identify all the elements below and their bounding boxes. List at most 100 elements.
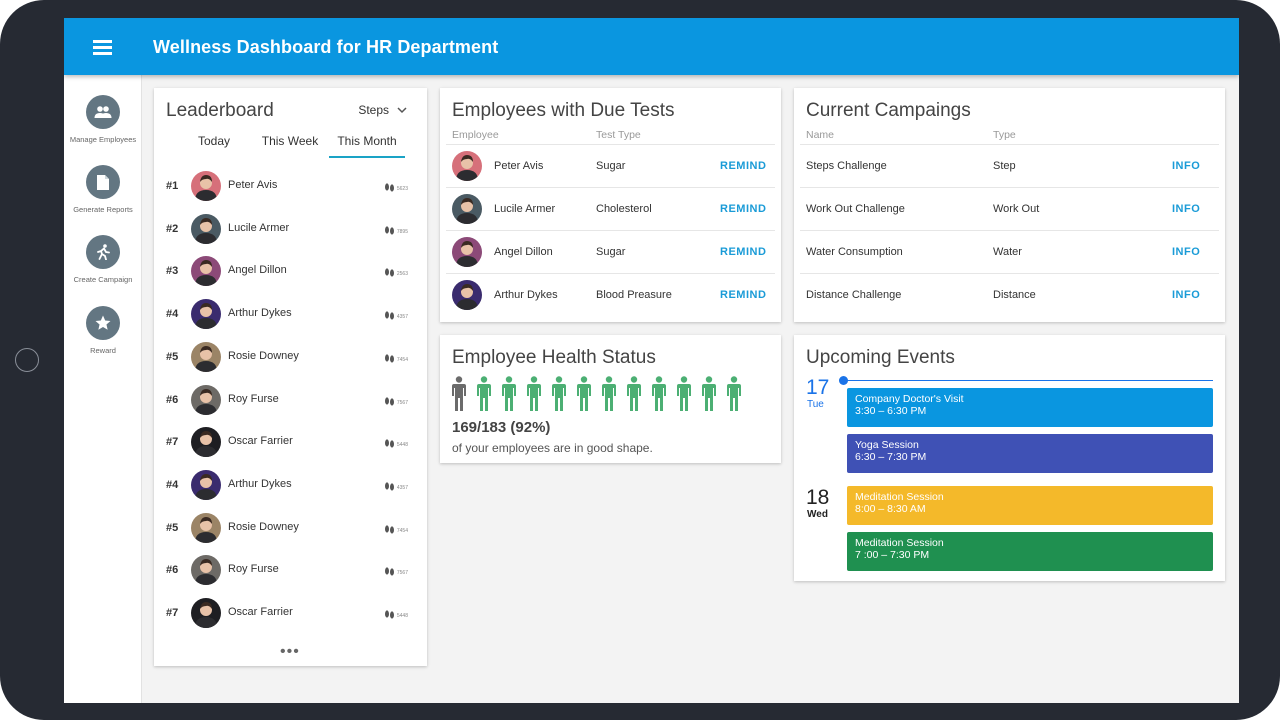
metric-select[interactable]: Steps <box>358 103 407 117</box>
test-type: Blood Preasure <box>596 289 672 301</box>
leaderboard-row[interactable]: #2 Lucile Armer 7895 <box>154 211 428 247</box>
tab-today[interactable]: Today <box>178 134 250 158</box>
campaign-name: Steps Challenge <box>806 160 887 172</box>
steps-value: 7567 <box>396 399 408 406</box>
event-meditation-session[interactable]: Meditation Session 8:00 – 8:30 AM <box>847 486 1213 525</box>
event-time: 3:30 – 6:30 PM <box>855 405 927 417</box>
leaderboard-row[interactable]: #4 Arthur Dykes 4357 <box>154 296 428 332</box>
table-row: Peter Avis Sugar REMIND <box>446 144 775 187</box>
campaign-name: Water Consumption <box>806 246 903 258</box>
rank: #4 <box>166 478 179 491</box>
rank: #4 <box>166 308 179 321</box>
event-meditation-session[interactable]: Meditation Session 7 :00 – 7:30 PM <box>847 532 1213 571</box>
leaderboard-row[interactable]: #3 Angel Dillon 2563 <box>154 253 428 289</box>
leaderboard-row[interactable]: #7 Oscar Farrier 5448 <box>154 595 428 631</box>
avatar <box>452 280 482 310</box>
steps-value: 7454 <box>396 527 408 534</box>
steps-value: 5448 <box>396 442 408 449</box>
column-header-type: Type <box>993 129 1016 141</box>
steps-count: 4357 <box>384 308 408 326</box>
tab-this-week[interactable]: This Week <box>254 134 326 158</box>
tablet-frame: Wellness Dashboard for HR Department Man… <box>0 0 1280 720</box>
table-row: Steps Challenge Step INFO <box>800 144 1219 187</box>
sidebar-item-label: Generate Reports <box>73 205 133 214</box>
sidebar-item-generate-reports[interactable]: Generate Reports <box>64 165 142 214</box>
test-type: Sugar <box>596 160 626 172</box>
person-icon <box>501 376 517 417</box>
remind-button[interactable]: REMIND <box>720 203 766 215</box>
chevron-down-icon <box>397 106 407 113</box>
running-icon <box>86 235 120 269</box>
app-title: Wellness Dashboard for HR Department <box>153 37 499 57</box>
due-tests-card: Employees with Due Tests Employee Test T… <box>440 88 781 322</box>
employee-name: Peter Avis <box>494 160 544 172</box>
footprints-icon <box>384 607 395 625</box>
more-icon[interactable]: ••• <box>280 643 300 661</box>
health-card: Employee Health Status 169/183 (92%) of … <box>440 335 781 463</box>
rank: #3 <box>166 265 179 278</box>
sidebar-item-label: Create Campaign <box>73 275 133 284</box>
info-button[interactable]: INFO <box>1172 203 1200 215</box>
avatar <box>191 427 221 458</box>
day-number: 17 <box>806 376 830 399</box>
sidebar-item-reward[interactable]: Reward <box>64 306 142 355</box>
remind-button[interactable]: REMIND <box>720 160 766 172</box>
avatar <box>191 341 221 372</box>
leaderboard-row[interactable]: #7 Oscar Farrier 5448 <box>154 424 428 460</box>
leaderboard-row[interactable]: #4 Arthur Dykes 4357 <box>154 467 428 503</box>
remind-button[interactable]: REMIND <box>720 246 766 258</box>
leaderboard-card: Leaderboard Steps Today This Week This M… <box>154 88 427 666</box>
leaderboard-row[interactable]: #5 Rosie Downey 7454 <box>154 339 428 375</box>
sidebar-item-label: Reward <box>90 346 116 355</box>
event-yoga-session[interactable]: Yoga Session 6:30 – 7:30 PM <box>847 434 1213 473</box>
footprints-icon <box>384 308 395 326</box>
employee-name: Lucile Armer <box>228 221 290 234</box>
table-row: Arthur Dykes Blood Preasure REMIND <box>446 273 775 316</box>
leaderboard-row[interactable]: #1 Peter Avis 5623 <box>154 168 428 204</box>
avatar <box>191 299 221 330</box>
now-line <box>844 380 1213 381</box>
campaigns-title: Current Campaings <box>806 100 971 121</box>
day-number: 18 <box>806 486 830 509</box>
event-title: Company Doctor's Visit <box>855 393 964 405</box>
home-button[interactable] <box>15 348 39 372</box>
campaign-type: Step <box>993 160 1016 172</box>
event-company-doctors-visit[interactable]: Company Doctor's Visit 3:30 – 6:30 PM <box>847 388 1213 427</box>
person-icon <box>701 376 717 417</box>
employee-name: Rosie Downey <box>228 520 299 533</box>
app-screen: Wellness Dashboard for HR Department Man… <box>64 18 1239 703</box>
event-time: 6:30 – 7:30 PM <box>855 451 927 463</box>
tab-this-month[interactable]: This Month <box>329 134 405 158</box>
steps-value: 5623 <box>396 186 408 192</box>
day-weekday: Wed <box>807 509 828 520</box>
rank: #6 <box>166 393 179 406</box>
person-icon <box>726 376 742 417</box>
person-icon <box>626 376 642 417</box>
avatar <box>452 194 482 224</box>
info-button[interactable]: INFO <box>1172 246 1200 258</box>
campaign-name: Work Out Challenge <box>806 203 905 215</box>
health-stat: 169/183 (92%) <box>452 419 551 436</box>
campaign-name: Distance Challenge <box>806 289 902 301</box>
person-icon <box>551 376 567 417</box>
sidebar-item-manage-employees[interactable]: Manage Employees <box>64 95 142 144</box>
employee-name: Rosie Downey <box>228 349 299 362</box>
rank: #7 <box>166 607 179 619</box>
leaderboard-row[interactable]: #6 Roy Furse 7567 <box>154 552 428 588</box>
table-row: Distance Challenge Distance INFO <box>800 273 1219 316</box>
health-subtitle: of your employees are in good shape. <box>452 441 653 455</box>
menu-icon[interactable] <box>93 39 113 55</box>
campaign-type: Water <box>993 246 1022 258</box>
sidebar-item-create-campaign[interactable]: Create Campaign <box>64 235 142 284</box>
info-button[interactable]: INFO <box>1172 160 1200 172</box>
due-tests-title: Employees with Due Tests <box>452 100 675 121</box>
leaderboard-row[interactable]: #6 Roy Furse 7567 <box>154 382 428 418</box>
employee-name: Arthur Dykes <box>494 289 558 301</box>
events-title: Upcoming Events <box>806 347 955 368</box>
leaderboard-row[interactable]: #5 Rosie Downey 7454 <box>154 510 428 546</box>
employee-name: Lucile Armer <box>494 203 556 215</box>
avatar <box>191 598 221 628</box>
info-button[interactable]: INFO <box>1172 289 1200 301</box>
remind-button[interactable]: REMIND <box>720 289 766 301</box>
steps-count: 7567 <box>384 394 408 412</box>
